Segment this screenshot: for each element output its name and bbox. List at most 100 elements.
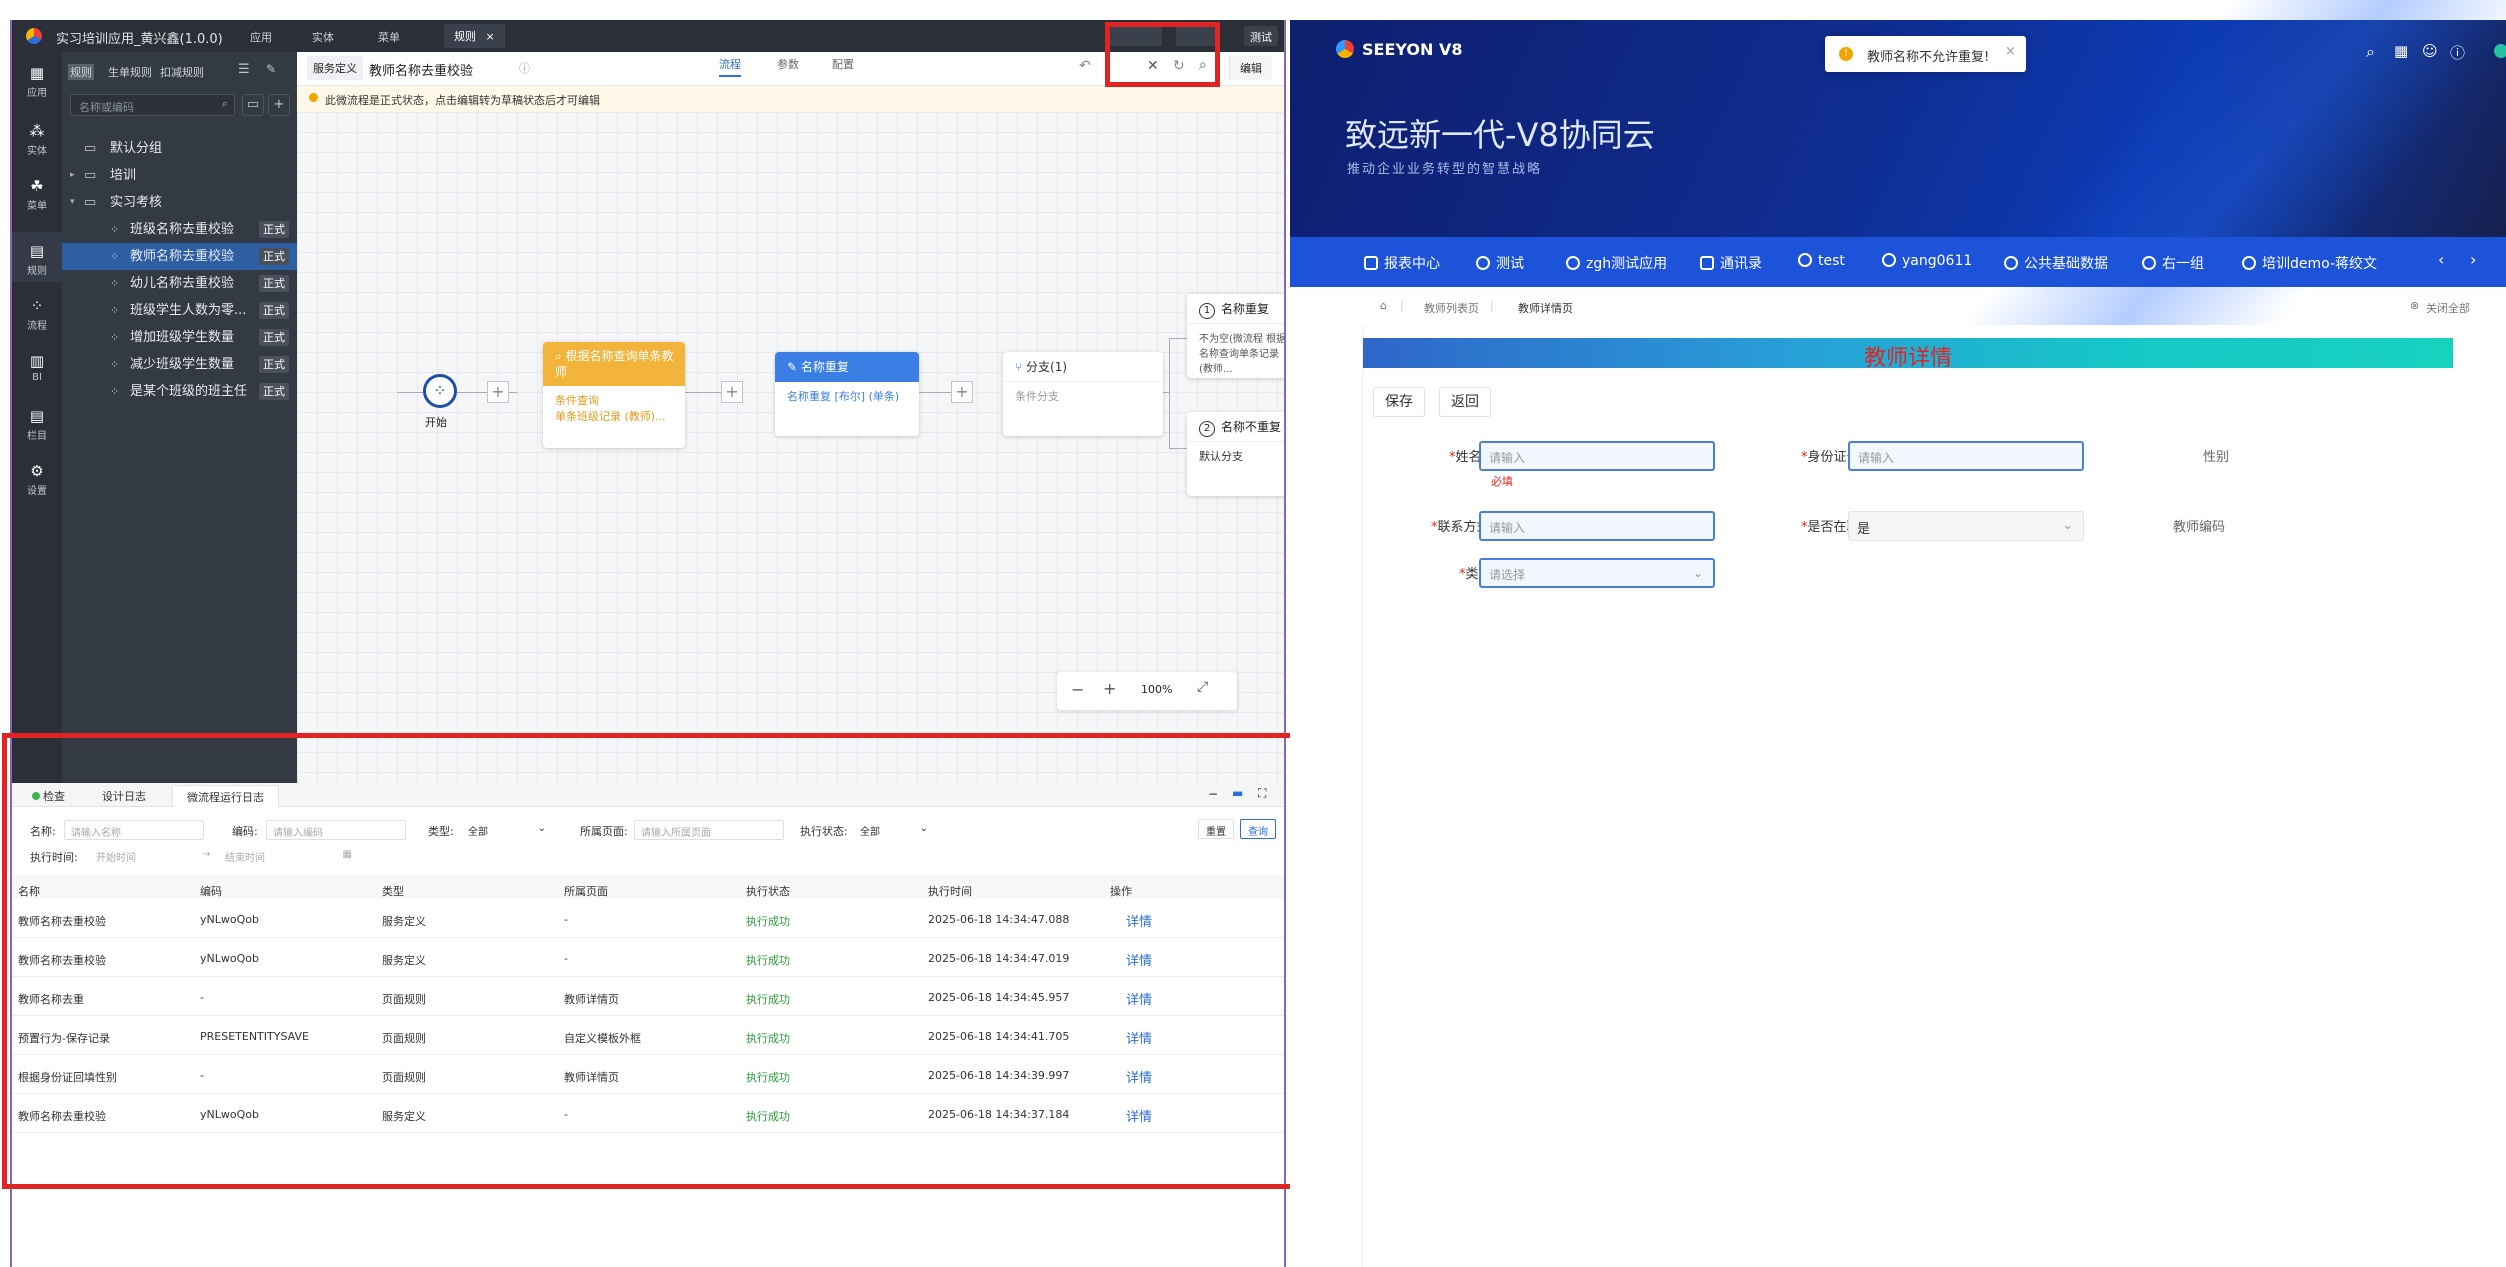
type-select[interactable]: 请选择 ⌄: [1479, 558, 1715, 588]
tree-search-input[interactable]: 名称或编码 ⌕: [70, 94, 235, 116]
rule-tree-panel: 规则 生单规则 扣减规则 ☰ ✎ 名称或编码 ⌕ ▭ + ▭ 默认分组 ▸ ▭ 培训 ▾…: [62, 52, 297, 787]
rail-settings[interactable]: ⚙ 设置: [12, 462, 62, 497]
tab-config[interactable]: 配置: [832, 56, 854, 72]
branch-case-header: 2 名称不重复: [1187, 412, 1284, 442]
rail-menu[interactable]: ☘ 菜单: [12, 177, 62, 212]
breadcrumb-separator: |: [1490, 299, 1494, 312]
rail-column[interactable]: ▤ 栏目: [12, 407, 62, 442]
tree-group-training[interactable]: ▸ ▭ 培训: [62, 162, 297, 189]
test-button[interactable]: 测试: [1244, 26, 1278, 46]
contacts-icon: [1700, 256, 1714, 270]
close-all-icon[interactable]: ⊗: [2410, 299, 2419, 312]
tree-item[interactable]: ⁘ 增加班级学生数量 正式: [62, 324, 297, 351]
rail-flow[interactable]: ⁘ 流程: [12, 297, 62, 332]
branch-case-2[interactable]: 2 名称不重复 默认分支: [1187, 412, 1284, 496]
id-number-input[interactable]: 请输入: [1848, 441, 2084, 471]
avatar[interactable]: [2494, 44, 2506, 58]
fullscreen-icon[interactable]: ⤢: [1197, 679, 1208, 695]
nav-item[interactable]: zgh测试应用: [1566, 253, 1667, 273]
nav-item[interactable]: 公共基础数据: [2004, 253, 2108, 273]
detail-page: 教师详情 保存 返回 *姓名 请输入 必填 *身份证号 请输入 性别 *联系方式…: [1362, 325, 2453, 1267]
nav-item-label: 公共基础数据: [2024, 256, 2108, 272]
rail-bi[interactable]: ▥ BI: [12, 352, 62, 383]
help-icon[interactable]: ⓘ: [2450, 42, 2465, 63]
breadcrumb-item[interactable]: 教师列表页: [1424, 300, 1479, 316]
home-icon[interactable]: ⌂: [1380, 299, 1387, 312]
pin-icon[interactable]: ✎: [266, 62, 276, 76]
tree-item-selected[interactable]: ⁘ 教师名称去重校验 正式: [62, 243, 297, 270]
back-button[interactable]: 返回: [1439, 387, 1491, 417]
nav-item[interactable]: test: [1798, 253, 1845, 269]
rail-app[interactable]: ▦ 应用: [12, 64, 62, 99]
rail-rules[interactable]: ▤ 规则: [12, 232, 62, 282]
name-input[interactable]: 请输入: [1479, 441, 1715, 471]
add-node-button[interactable]: +: [487, 381, 509, 403]
top-tab-entity[interactable]: 实体: [312, 29, 334, 45]
status-notice: 此微流程是正式状态，点击编辑转为草稿状态后才可编辑: [297, 86, 1284, 112]
tab-flow[interactable]: 流程: [719, 56, 741, 77]
tree-item[interactable]: ⁘ 班级名称去重校验 正式: [62, 216, 297, 243]
chevron-left-icon[interactable]: ‹: [2438, 250, 2444, 269]
tree-group-default[interactable]: ▭ 默认分组: [62, 135, 297, 162]
edit-button[interactable]: 编辑: [1229, 56, 1272, 80]
notice-text: 此微流程是正式状态，点击编辑转为草稿状态后才可编辑: [325, 94, 600, 107]
branch-node[interactable]: ⑂ 分支(1) 条件分支: [1003, 352, 1163, 436]
rail-flow-label: 流程: [27, 321, 47, 332]
assign-node-line: 名称重复 [布尔] (单条): [787, 390, 900, 403]
undo-icon[interactable]: ↶: [1079, 58, 1091, 74]
tree-item[interactable]: ⁘ 减少班级学生数量 正式: [62, 351, 297, 378]
user-icon[interactable]: ☺: [2422, 42, 2438, 60]
start-node-icon[interactable]: ⁘: [423, 374, 457, 408]
zoom-control: − + 100% ⤢: [1057, 672, 1237, 710]
highlight-box: [1105, 22, 1220, 87]
employed-select[interactable]: 是 ⌄: [1848, 511, 2084, 541]
zoom-in-icon[interactable]: +: [1103, 679, 1116, 698]
status-badge: 正式: [259, 248, 289, 265]
add-icon[interactable]: +: [268, 94, 290, 116]
phone-input[interactable]: 请输入: [1479, 511, 1715, 541]
nav-item[interactable]: 报表中心: [1364, 253, 1440, 273]
folder-icon[interactable]: ▭: [242, 94, 264, 116]
app-icon: [1476, 256, 1490, 270]
top-tab-menu[interactable]: 菜单: [378, 29, 400, 45]
query-node[interactable]: ⌕ 根据名称查询单条教师 条件查询 单条班级记录 (教师)...: [543, 342, 685, 448]
tab-params[interactable]: 参数: [777, 56, 799, 72]
nav-item[interactable]: 通讯录: [1700, 253, 1762, 273]
top-tab-rules[interactable]: 规则 ×: [444, 24, 505, 48]
top-tab-app[interactable]: 应用: [250, 29, 272, 45]
chevron-down-icon: ⌄: [1692, 566, 1703, 580]
assign-node[interactable]: ✎ 名称重复 名称重复 [布尔] (单条): [775, 352, 919, 436]
tree-item[interactable]: ⁘ 是某个班级的班主任 正式: [62, 378, 297, 405]
save-button[interactable]: 保存: [1373, 387, 1425, 417]
flow-canvas[interactable]: 服务定义 教师名称去重校验 ⓘ 流程 参数 配置 ↶ ✕ ↻ ⌕ 编辑 此微流程…: [297, 52, 1284, 787]
tree-group-intern[interactable]: ▾ ▭ 实习考核: [62, 189, 297, 216]
tree-tab-rules[interactable]: 规则: [68, 64, 94, 80]
tree-tab-deduct[interactable]: 扣减规则: [160, 64, 204, 80]
nav-item[interactable]: yang0611: [1882, 253, 1972, 269]
info-icon[interactable]: ⓘ: [519, 60, 530, 76]
add-node-button[interactable]: +: [951, 381, 973, 403]
add-node-button[interactable]: +: [721, 381, 743, 403]
apps-icon[interactable]: ▦: [2394, 42, 2408, 60]
designer-topbar: 实习培训应用_黄兴鑫(1.0.0) 应用 实体 菜单 规则 × 测试: [12, 20, 1284, 52]
rail-entity[interactable]: ⁂ 实体: [12, 122, 62, 157]
branch-case-1[interactable]: 1 名称重复 不为空(微流程 根据名称查询单条记录 (教师...: [1187, 294, 1284, 378]
breadcrumb-item[interactable]: 教师详情页: [1518, 300, 1573, 316]
nav-item[interactable]: 培训demo-蒋绞文: [2242, 253, 2377, 273]
tree-item[interactable]: ⁘ 幼儿名称去重校验 正式: [62, 270, 297, 297]
tree-item[interactable]: ⁘ 班级学生人数为零... 正式: [62, 297, 297, 324]
list-icon[interactable]: ☰: [238, 62, 250, 77]
chevron-right-icon[interactable]: ›: [2470, 250, 2476, 269]
search-icon[interactable]: ⌕: [2366, 42, 2375, 62]
close-icon[interactable]: ×: [2005, 44, 2016, 59]
zoom-out-icon[interactable]: −: [1071, 680, 1084, 699]
tree-tab-generate[interactable]: 生单规则: [108, 64, 152, 80]
nav-item[interactable]: 右一组: [2142, 253, 2204, 273]
rail-menu-label: 菜单: [27, 201, 47, 212]
close-all-link[interactable]: 关闭全部: [2426, 300, 2470, 316]
nav-item[interactable]: 测试: [1476, 253, 1524, 273]
assign-node-title: 名称重复: [800, 360, 849, 374]
folder-icon: ▭: [84, 195, 97, 210]
rule-icon: ⁘: [110, 277, 120, 290]
close-icon[interactable]: ×: [486, 30, 495, 43]
